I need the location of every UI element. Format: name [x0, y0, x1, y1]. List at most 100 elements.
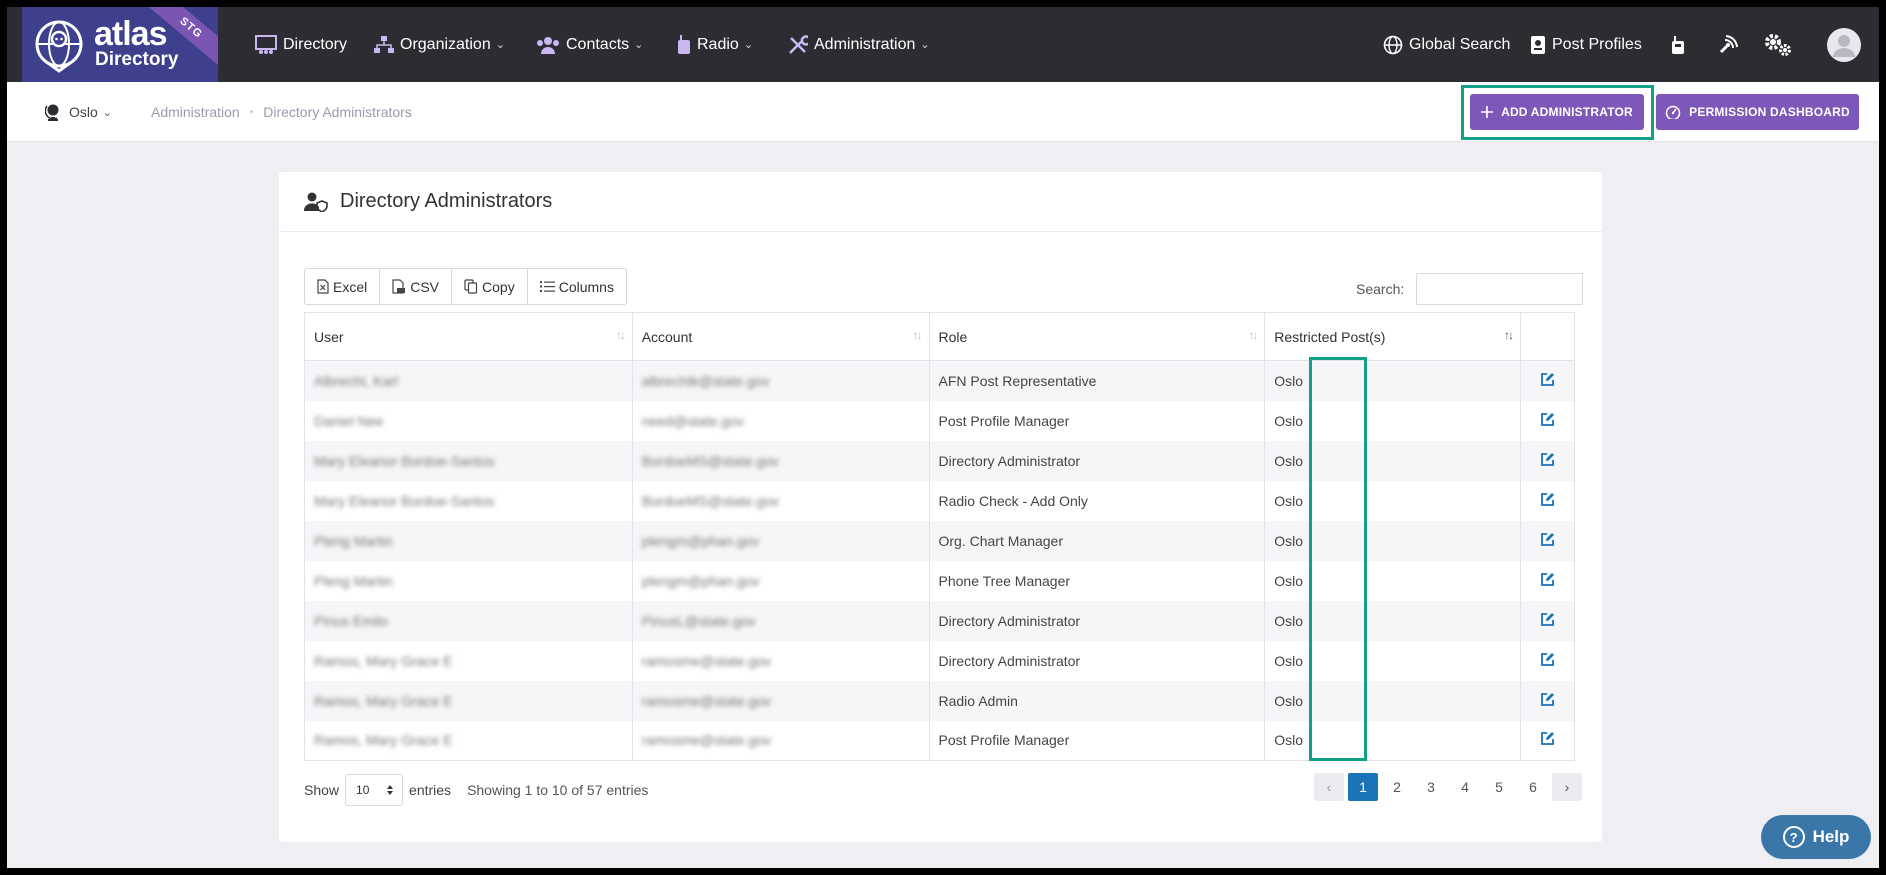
id-card-icon — [1531, 35, 1545, 54]
table-info: Showing 1 to 10 of 57 entries — [467, 782, 649, 798]
cell-restricted-post: Oslo — [1264, 520, 1521, 561]
question-icon: ? — [1782, 826, 1805, 848]
column-header-account[interactable]: Account ↑↓ — [631, 312, 930, 361]
cell-user: Ramos, Mary Grace E — [304, 640, 633, 681]
table-header-row: User ↑↓ Account ↑↓ Role ↑↓ Restricted Post(… — [304, 312, 1575, 361]
page-length-control: Show 10 entries Showing 1 to 10 of 57 en… — [304, 772, 648, 808]
nav-contacts[interactable]: Contacts ⌄ — [536, 7, 643, 82]
breadcrumb-administration[interactable]: Administration — [151, 104, 240, 120]
permission-dashboard-button[interactable]: PERMISSION DASHBOARD — [1656, 94, 1859, 130]
nav-radio-label: Radio — [697, 35, 739, 53]
entries-label: entries — [409, 782, 452, 798]
columns-button[interactable]: Columns — [528, 269, 626, 304]
cell-role: Post Profile Manager — [928, 720, 1266, 761]
cell-account: BordoeMS@state.gov — [631, 440, 930, 481]
cell-user: Daniel Nee — [304, 400, 633, 441]
user-avatar[interactable] — [1825, 7, 1863, 82]
page-button[interactable]: 6 — [1518, 773, 1548, 801]
nav-global-search[interactable]: Global Search — [1383, 7, 1510, 82]
contacts-icon — [537, 36, 559, 54]
nav-administration[interactable]: Administration ⌄ — [788, 7, 930, 82]
cell-role: Directory Administrator — [928, 440, 1266, 481]
cell-account: PinusL@state.gov — [631, 600, 930, 641]
chevron-down-icon: ⌄ — [634, 39, 644, 51]
table-row: Pinus Emilo PinusL@state.gov Directory Adm… — [304, 600, 1575, 641]
edit-icon[interactable] — [1540, 652, 1555, 667]
top-navbar: atlas Directory STG Directory Organizati… — [7, 7, 1879, 82]
table-row: Pleng Martin plengm@phan.gov Phone Tree Ma… — [304, 560, 1575, 601]
excel-label: Excel — [333, 278, 368, 295]
page-size-select[interactable]: 10 — [345, 774, 404, 806]
column-header-restricted-posts[interactable]: Restricted Post(s) ↑↓ — [1264, 312, 1521, 361]
add-administrator-button[interactable]: ADD ADMINISTRATOR — [1470, 94, 1644, 130]
cell-restricted-post: Oslo — [1264, 680, 1521, 721]
cell-restricted-post: Oslo — [1264, 560, 1521, 601]
subheader-bar: Oslo ⌄ Administration • Directory Admini… — [7, 82, 1879, 142]
table-row: Ramos, Mary Grace Eramosme@state.gov Post… — [304, 720, 1575, 761]
nav-radio[interactable]: Radio ⌄ — [677, 7, 753, 82]
page-button[interactable]: 1 — [1348, 773, 1378, 801]
radio-check-button[interactable] — [1665, 7, 1691, 82]
user-avatar-icon — [1827, 27, 1861, 62]
administrators-card: Directory Administrators Excel CSV Copy … — [279, 172, 1602, 842]
search-input[interactable] — [1416, 273, 1583, 305]
cell-user: Pleng Martin — [304, 560, 633, 601]
nav-organization-label: Organization — [400, 35, 491, 53]
help-button[interactable]: ? Help — [1761, 815, 1871, 859]
excel-button[interactable]: Excel — [305, 269, 381, 304]
page-button[interactable]: 2 — [1382, 773, 1412, 801]
cell-restricted-post: Oslo — [1264, 360, 1521, 401]
app-frame: atlas Directory STG Directory Organizati… — [7, 7, 1879, 868]
nav-administration-label: Administration — [814, 35, 916, 53]
excel-file-icon — [317, 279, 329, 294]
cell-actions — [1520, 400, 1575, 441]
copy-button[interactable]: Copy — [452, 269, 528, 304]
page-button[interactable]: 3 — [1416, 773, 1446, 801]
edit-icon[interactable] — [1540, 692, 1555, 707]
cell-actions — [1520, 680, 1575, 721]
edit-icon[interactable] — [1540, 372, 1555, 387]
breadcrumb-separator: • — [249, 106, 254, 118]
settings-button[interactable] — [1761, 7, 1795, 82]
sort-icon: ↑↓ — [615, 328, 626, 342]
column-header-user[interactable]: User ↑↓ — [304, 312, 633, 361]
table-row: Pleng Martin plengm@phan.gov Org. Chart Ma… — [304, 520, 1575, 561]
page-button[interactable]: 4 — [1450, 773, 1480, 801]
nav-organization[interactable]: Organization ⌄ — [374, 7, 505, 82]
edit-icon[interactable] — [1540, 492, 1555, 507]
edit-icon[interactable] — [1540, 612, 1555, 627]
post-selector-label: Oslo — [69, 104, 98, 120]
edit-icon[interactable] — [1540, 532, 1555, 547]
column-header-role[interactable]: Role ↑↓ — [928, 312, 1266, 361]
card-header: Directory Administrators — [279, 172, 1602, 232]
nav-post-profiles[interactable]: Post Profiles — [1530, 7, 1642, 82]
cell-account: plengm@phan.gov — [631, 520, 930, 561]
edit-icon[interactable] — [1540, 452, 1555, 467]
cell-restricted-post: Oslo — [1264, 400, 1521, 441]
chevron-down-icon: ⌄ — [920, 39, 930, 51]
cell-actions — [1520, 440, 1575, 481]
previous-page-button[interactable]: ‹ — [1314, 773, 1344, 801]
cell-restricted-post: Oslo — [1264, 720, 1521, 761]
cell-account: plengm@phan.gov — [631, 560, 930, 601]
cell-role: Org. Chart Manager — [928, 520, 1266, 561]
search-label: Search: — [1356, 281, 1405, 297]
cell-user: Albrecht, Karl — [304, 360, 633, 401]
csv-button[interactable]: CSV — [380, 269, 453, 304]
pagination: ‹ 123456 › — [1314, 772, 1586, 802]
columns-label: Columns — [558, 278, 614, 295]
cell-account: ramosme@state.gov — [631, 680, 930, 721]
cell-actions — [1520, 520, 1575, 561]
brand-logo[interactable]: atlas Directory STG — [22, 7, 218, 82]
next-page-button[interactable]: › — [1552, 773, 1582, 801]
post-selector[interactable]: Oslo ⌄ — [45, 82, 112, 142]
help-label: Help — [1812, 827, 1850, 846]
nav-directory[interactable]: Directory — [255, 7, 347, 82]
edit-icon[interactable] — [1540, 572, 1555, 587]
edit-icon[interactable] — [1540, 412, 1555, 427]
page-button[interactable]: 5 — [1484, 773, 1514, 801]
broadcast-button[interactable] — [1713, 7, 1743, 82]
edit-icon[interactable] — [1540, 731, 1555, 746]
cell-actions — [1520, 480, 1575, 521]
administrators-table: User ↑↓ Account ↑↓ Role ↑↓ Restricted Post(… — [304, 312, 1575, 761]
